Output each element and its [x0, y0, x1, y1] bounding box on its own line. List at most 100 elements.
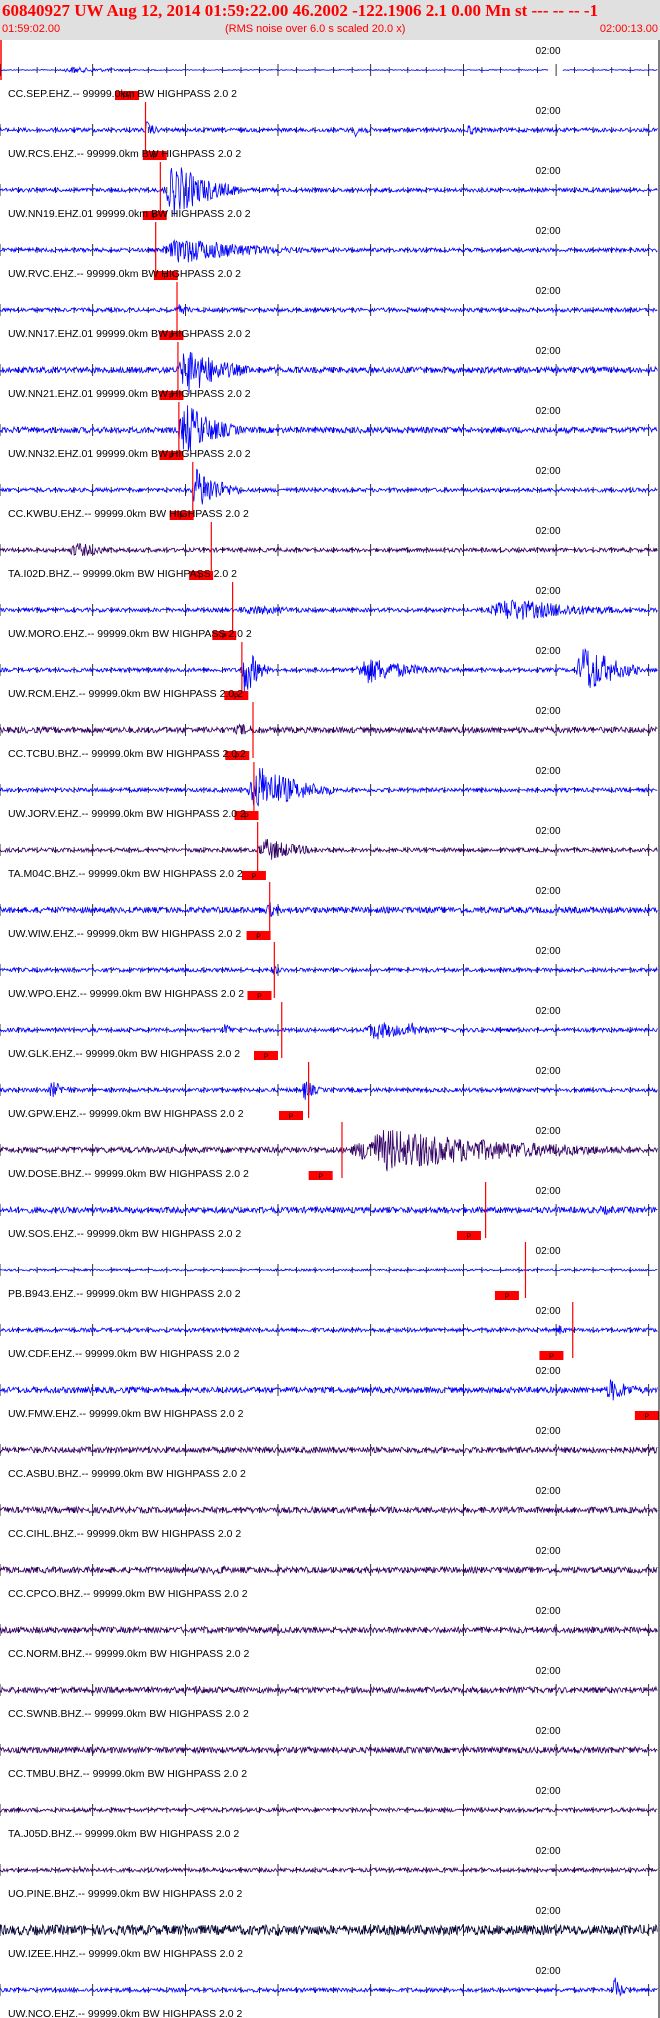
- trace-label: UW.NN17.EHZ.01 99999.0km BW HIGHPASS 2.0…: [8, 328, 251, 340]
- plot-header: 60840927 UW Aug 12, 2014 01:59:22.00 46.…: [0, 0, 660, 40]
- trace-uw-nn21-ehz-01: 02:00PUW.NN21.EHZ.01 99999.0km BW HIGHPA…: [0, 342, 658, 401]
- waveform: [0, 723, 658, 735]
- arrival-marker-label: P: [505, 1294, 510, 1301]
- trace-label: UW.MORO.EHZ.-- 99999.0km BW HIGHPASS 2.0…: [8, 628, 252, 640]
- tick-label: 02:00: [536, 1126, 561, 1137]
- tick-label: 02:00: [536, 1966, 561, 1977]
- tick-label: 02:00: [536, 1846, 561, 1857]
- trace-label: UW.RCM.EHZ.-- 99999.0km BW HIGHPASS 2.0 …: [8, 688, 243, 700]
- arrival-marker-label: P: [264, 1054, 269, 1061]
- trace-uw-moro-ehz: 02:00PUW.MORO.EHZ.-- 99999.0km BW HIGHPA…: [0, 582, 658, 641]
- trace-label: UW.IZEE.HHZ.-- 99999.0km BW HIGHPASS 2.0…: [8, 1948, 243, 1960]
- trace-uw-fmw-ehz: 02:00 P UW.FMW.EHZ.-- 99999.0km BW HIGHPAS…: [0, 1366, 659, 1421]
- tick-label: 02:00: [536, 1726, 561, 1737]
- tick-label: 02:00: [536, 1066, 561, 1077]
- trace-label: CC.TMBU.BHZ.-- 99999.0km BW HIGHPASS 2.0…: [8, 1768, 247, 1780]
- tick-label: 02:00: [536, 1606, 561, 1617]
- trace-uo-pine-bhz: 02:00 UO.PINE.BHZ.-- 99999.0km BW HIGHPAS…: [0, 1846, 658, 1900]
- trace-label: UW.FMW.EHZ.-- 99999.0km BW HIGHPASS 2.0 …: [8, 1408, 244, 1420]
- trace-uw-wiw-ehz: 02:00 P UW.WIW.EHZ.-- 99999.0km BW HIGHPAS…: [0, 882, 658, 941]
- arrival-marker-label: P: [645, 1414, 650, 1421]
- trace-uw-dose-bhz: 02:00 P UW.DOSE.BHZ.-- 99999.0km BW HIGHPA…: [0, 1122, 658, 1181]
- trace-label: TA.I02D.BHZ.-- 99999.0km BW HIGHPASS 2.0…: [8, 568, 237, 580]
- trace-label: UW.NN19.EHZ.01 99999.0km BW HIGHPASS 2.0…: [8, 208, 251, 220]
- tick-label: 02:00: [536, 1426, 561, 1437]
- arrival-marker-label: P: [252, 874, 257, 881]
- waveform: [0, 239, 658, 263]
- tick-label: 02:00: [536, 46, 561, 57]
- trace-label: CC.SEP.EHZ.-- 99999.0km BW HIGHPASS 2.0 …: [8, 88, 237, 100]
- trace-ta-i02d-bhz: 02:00PTA.I02D.BHZ.-- 99999.0km BW HIGHPA…: [0, 522, 658, 581]
- trace-label: CC.KWBU.EHZ.-- 99999.0km BW HIGHPASS 2.0…: [8, 508, 249, 520]
- waveform: [0, 1806, 658, 1814]
- waveform: [0, 66, 658, 74]
- waveform: [0, 1081, 658, 1100]
- waveform: [0, 838, 658, 860]
- waveform: [0, 1205, 658, 1215]
- trace-label: UO.PINE.BHZ.-- 99999.0km BW HIGHPASS 2.0…: [8, 1888, 243, 1900]
- tick-label: 02:00: [536, 106, 561, 117]
- trace-cc-asbu-bhz: 02:00 CC.ASBU.BHZ.-- 99999.0km BW HIGHPAS…: [0, 1426, 658, 1480]
- trace-uw-gpw-ehz: 02:00 P UW.GPW.EHZ.-- 99999.0km BW HIGHPAS…: [0, 1062, 658, 1121]
- trace-label: UW.GLK.EHZ.-- 99999.0km BW HIGHPASS 2.0 …: [8, 1048, 240, 1060]
- trace-cc-swnb-bhz: 02:00 CC.SWNB.BHZ.-- 99999.0km BW HIGHPAS…: [0, 1666, 658, 1720]
- trace-uw-rcm-ehz: 02:00PUW.RCM.EHZ.-- 99999.0km BW HIGHPAS…: [0, 642, 658, 701]
- tick-label: 02:00: [536, 466, 561, 477]
- trace-uw-rcs-ehz: 02:00PUW.RCS.EHZ.-- 99999.0km BW HIGHPAS…: [0, 102, 658, 161]
- waveform: [0, 1745, 658, 1755]
- waveform: [0, 1685, 658, 1695]
- rms-noise-note: (RMS noise over 6.0 s scaled 20.0 x): [225, 23, 406, 35]
- trace-label: CC.ASBU.BHZ.-- 99999.0km BW HIGHPASS 2.0…: [8, 1468, 246, 1480]
- trace-label: UW.WIW.EHZ.-- 99999.0km BW HIGHPASS 2.0 …: [8, 928, 241, 940]
- tick-label: 02:00: [536, 1666, 561, 1677]
- trace-uw-sos-ehz: 02:00 P UW.SOS.EHZ.-- 99999.0km BW HIGHPAS…: [0, 1182, 658, 1241]
- trace-label: UW.NN32.EHZ.01 99999.0km BW HIGHPASS 2.0…: [8, 448, 251, 460]
- waveform: [0, 304, 658, 315]
- tick-label: 02:00: [536, 1486, 561, 1497]
- trace-label: CC.SWNB.BHZ.-- 99999.0km BW HIGHPASS 2.0…: [8, 1708, 249, 1720]
- trace-uw-wpo-ehz: 02:00 P UW.WPO.EHZ.-- 99999.0km BW HIGHPAS…: [0, 942, 658, 1001]
- trace-label: UW.WPO.EHZ.-- 99999.0km BW HIGHPASS 2.0 …: [8, 988, 244, 1000]
- trace-uw-nn17-ehz-01: 02:00PUW.NN17.EHZ.01 99999.0km BW HIGHPA…: [0, 282, 658, 341]
- tick-label: 02:00: [536, 1546, 561, 1557]
- tick-label: 02:00: [536, 1306, 561, 1317]
- tick-label: 02:00: [536, 706, 561, 717]
- tick-label: 02:00: [536, 826, 561, 837]
- trace-cc-tmbu-bhz: 02:00 CC.TMBU.BHZ.-- 99999.0km BW HIGHPAS…: [0, 1726, 658, 1780]
- event-title: 60840927 UW Aug 12, 2014 01:59:22.00 46.…: [2, 1, 599, 20]
- tick-label: 02:00: [536, 526, 561, 537]
- trace-cc-tcbu-bhz: 02:00PCC.TCBU.BHZ.-- 99999.0km BW HIGHPA…: [0, 702, 658, 761]
- waveform: [0, 1022, 658, 1040]
- tick-label: 02:00: [536, 1906, 561, 1917]
- trace-label: UW.GPW.EHZ.-- 99999.0km BW HIGHPASS 2.0 …: [8, 1108, 244, 1120]
- waveform: [0, 1866, 658, 1874]
- trace-label: UW.SOS.EHZ.-- 99999.0km BW HIGHPASS 2.0 …: [8, 1228, 241, 1240]
- trace-ta-j05d-bhz: 02:00 TA.J05D.BHZ.-- 99999.0km BW HIGHPAS…: [0, 1786, 658, 1840]
- arrival-marker-label: P: [257, 994, 262, 1001]
- trace-cc-sep-ehz: 02:00PnCC.SEP.EHZ.-- 99999.0km BW HIGHPA…: [0, 46, 658, 101]
- trace-label: UW.RCS.EHZ.-- 99999.0km BW HIGHPASS 2.0 …: [8, 148, 241, 160]
- start-time-label: 01:59:02.00: [2, 23, 61, 35]
- tick-label: 02:00: [536, 1186, 561, 1197]
- tick-label: 02:00: [536, 766, 561, 777]
- trace-cc-kwbu-ehz: 02:00PCC.KWBU.EHZ.-- 99999.0km BW HIGHPA…: [0, 462, 658, 521]
- time-ticks: [0, 724, 650, 736]
- tick-label: 02:00: [536, 226, 561, 237]
- tick-label: 02:00: [536, 646, 561, 657]
- tick-label: 02:00: [536, 1786, 561, 1797]
- tick-label: 02:00: [536, 1366, 561, 1377]
- arrival-marker-label: P: [289, 1114, 294, 1121]
- tick-label: 02:00: [536, 166, 561, 177]
- tick-label: 02:00: [536, 406, 561, 417]
- trace-uw-glk-ehz: 02:00 P UW.GLK.EHZ.-- 99999.0km BW HIGHPAS…: [0, 1002, 658, 1061]
- tick-label: 02:00: [536, 1246, 561, 1257]
- trace-uw-jorv-ehz: 02:00PUW.JORV.EHZ.-- 99999.0km BW HIGHPA…: [0, 762, 658, 821]
- trace-label: TA.M04C.BHZ.-- 99999.0km BW HIGHPASS 2.0…: [8, 868, 243, 880]
- trace-cc-norm-bhz: 02:00 CC.NORM.BHZ.-- 99999.0km BW HIGHPAS…: [0, 1606, 658, 1660]
- trace-uw-nn32-ehz-01: 02:00PUW.NN32.EHZ.01 99999.0km BW HIGHPA…: [0, 402, 658, 461]
- tick-label: 02:00: [536, 286, 561, 297]
- arrival-marker-label: P: [549, 1354, 554, 1361]
- waveform: [0, 1505, 658, 1515]
- trace-label: CC.CIHL.BHZ.-- 99999.0km BW HIGHPASS 2.0…: [8, 1528, 241, 1540]
- trace-cc-cpco-bhz: 02:00 CC.CPCO.BHZ.-- 99999.0km BW HIGHPAS…: [0, 1546, 658, 1600]
